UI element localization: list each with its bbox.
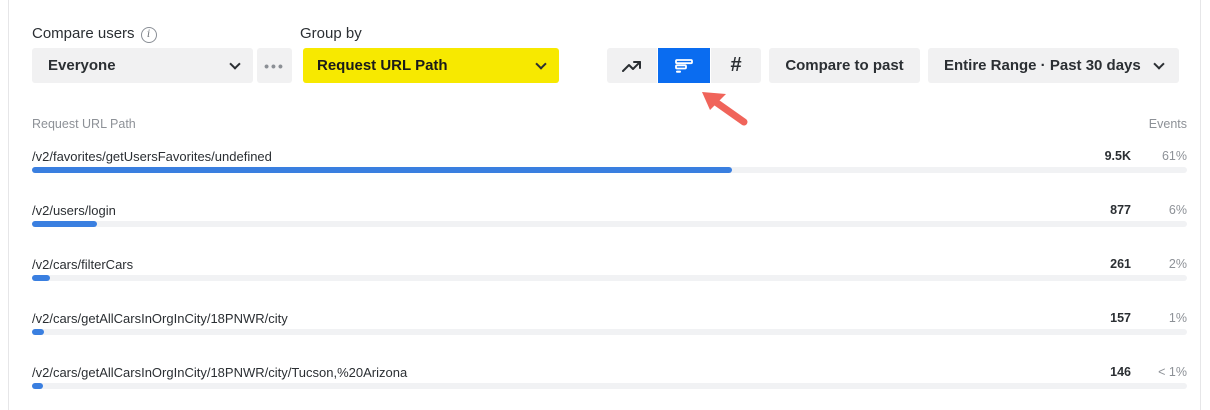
hash-icon: # — [730, 54, 742, 76]
row-bar-track — [32, 329, 1187, 335]
annotation-arrow — [702, 92, 748, 126]
date-range-select[interactable]: Entire Range · Past 30 days — [928, 48, 1179, 83]
compare-users-select[interactable]: Everyone — [32, 48, 253, 83]
row-event-count: 877 — [1110, 203, 1131, 217]
bar-list-icon — [675, 58, 693, 73]
chevron-down-icon — [1153, 57, 1165, 70]
row-path: /v2/cars/getAllCarsInOrgInCity/18PNWR/ci… — [32, 311, 288, 326]
group-by-value: Request URL Path — [317, 57, 448, 74]
row-bar-fill — [32, 383, 43, 389]
date-range-label: Entire Range · Past 30 days — [944, 57, 1141, 74]
compare-users-label: Compare users i — [32, 25, 157, 43]
row-path: /v2/cars/filterCars — [32, 257, 134, 272]
breakdown-row[interactable]: /v2/favorites/getUsersFavorites/undefine… — [32, 149, 1187, 179]
row-percent: 61% — [1161, 149, 1187, 163]
row-bar-track — [32, 383, 1187, 389]
compare-users-value: Everyone — [48, 57, 116, 74]
compare-to-past-label: Compare to past — [785, 57, 904, 74]
row-bar-fill — [32, 221, 97, 227]
compare-to-past-button[interactable]: Compare to past — [769, 48, 920, 83]
breakdown-row[interactable]: /v2/users/login 877 6% — [32, 203, 1187, 233]
number-view-button[interactable]: # — [711, 48, 761, 83]
breakdown-row[interactable]: /v2/cars/getAllCarsInOrgInCity/18PNWR/ci… — [32, 311, 1187, 341]
column-header-path: Request URL Path — [32, 117, 136, 131]
row-bar-fill — [32, 275, 51, 281]
breakdown-row[interactable]: /v2/cars/filterCars 261 2% — [32, 257, 1187, 287]
left-divider — [8, 0, 9, 410]
more-options-button[interactable]: ••• — [257, 48, 292, 83]
row-bar-track — [32, 221, 1187, 227]
row-bar-fill — [32, 167, 732, 173]
row-event-count: 146 — [1110, 365, 1131, 379]
row-percent: 2% — [1168, 257, 1187, 271]
row-event-count: 261 — [1110, 257, 1131, 271]
row-path: /v2/cars/getAllCarsInOrgInCity/18PNWR/ci… — [32, 365, 408, 380]
row-bar-fill — [32, 329, 44, 335]
row-percent: < 1% — [1158, 365, 1187, 379]
more-horizontal-icon: ••• — [264, 57, 285, 74]
group-by-label: Group by — [300, 25, 362, 42]
bar-list-view-button[interactable] — [658, 48, 710, 83]
column-header-events: Events — [1148, 117, 1187, 131]
row-percent: 6% — [1168, 203, 1187, 217]
chevron-down-icon — [535, 57, 547, 70]
trending-up-icon — [622, 60, 641, 72]
row-event-count: 9.5K — [1104, 149, 1131, 163]
row-path: /v2/favorites/getUsersFavorites/undefine… — [32, 149, 272, 164]
row-event-count: 157 — [1110, 311, 1131, 325]
row-path: /v2/users/login — [32, 203, 116, 218]
group-by-select[interactable]: Request URL Path — [303, 48, 559, 83]
row-percent: 1% — [1168, 311, 1187, 325]
breakdown-row[interactable]: /v2/cars/getAllCarsInOrgInCity/18PNWR/ci… — [32, 365, 1187, 395]
line-chart-view-button[interactable] — [607, 48, 657, 83]
row-bar-track — [32, 167, 1187, 173]
right-divider — [1200, 0, 1201, 410]
info-icon[interactable]: i — [140, 27, 157, 43]
chevron-down-icon — [229, 57, 241, 70]
row-bar-track — [32, 275, 1187, 281]
